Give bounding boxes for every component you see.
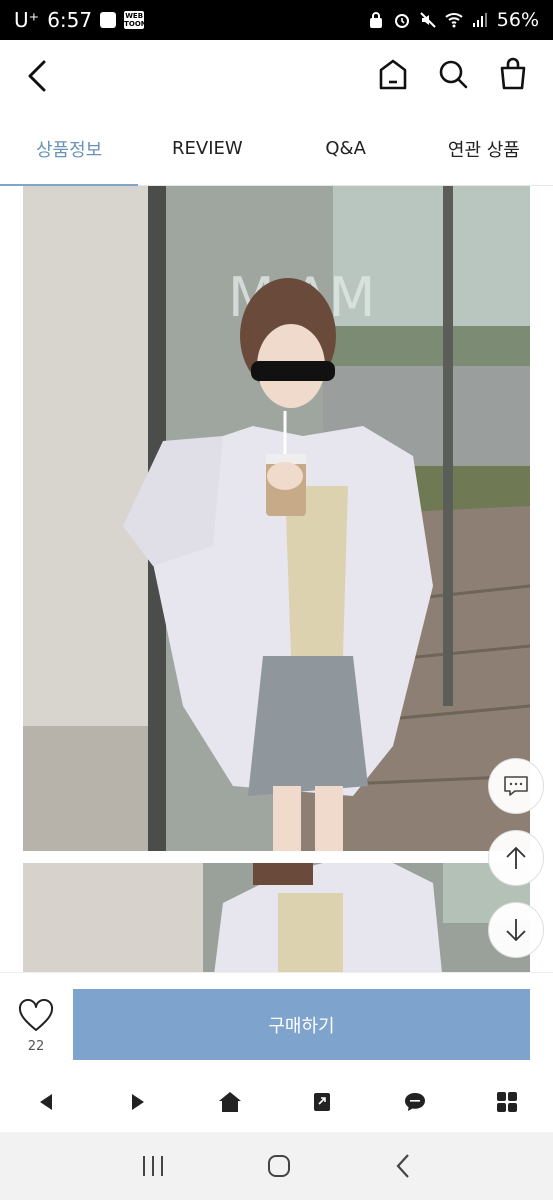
system-back-icon[interactable] xyxy=(393,1153,413,1179)
alarm-icon xyxy=(394,14,409,28)
back-icon[interactable] xyxy=(22,58,56,94)
product-tabs: 상품정보 REVIEW Q&A 연관 상품 xyxy=(0,112,553,186)
tab-label: REVIEW xyxy=(172,138,243,159)
nav-menu-button[interactable] xyxy=(461,1091,553,1113)
status-bar: U⁺ 6:57 WEB TOON 56% xyxy=(0,0,553,40)
tab-review[interactable]: REVIEW xyxy=(138,112,276,185)
scroll-top-button[interactable] xyxy=(488,830,544,886)
battery-label: 56% xyxy=(496,9,539,31)
product-photo xyxy=(23,863,530,972)
purchase-bar: 22 구매하기 xyxy=(0,972,553,1072)
buy-button[interactable]: 구매하기 xyxy=(73,989,530,1060)
like-count: 22 xyxy=(27,1039,45,1054)
tab-label: Q&A xyxy=(325,138,366,159)
product-photo: M AM xyxy=(23,186,530,851)
home-filled-icon xyxy=(219,1092,242,1112)
heart-icon xyxy=(18,998,54,1031)
link-copy-icon xyxy=(313,1093,330,1111)
signal-icon xyxy=(472,13,487,27)
nav-forward-button[interactable] xyxy=(92,1093,184,1111)
system-home-icon[interactable] xyxy=(266,1153,292,1179)
browser-navigation xyxy=(0,1072,553,1132)
tab-related-products[interactable]: 연관 상품 xyxy=(415,112,553,185)
chat-button[interactable] xyxy=(488,758,544,814)
search-icon[interactable] xyxy=(437,56,469,92)
lock-icon xyxy=(369,12,382,28)
webtoon-icon: WEB TOON xyxy=(124,11,147,29)
nav-talk-button[interactable] xyxy=(369,1092,461,1112)
mute-icon xyxy=(420,12,436,28)
scroll-bottom-button[interactable] xyxy=(488,902,544,958)
carrier-label: U⁺ xyxy=(14,8,40,32)
tab-label: 연관 상품 xyxy=(447,139,520,161)
chat-icon xyxy=(504,776,528,796)
app-header xyxy=(0,40,553,112)
tab-qna[interactable]: Q&A xyxy=(277,112,415,185)
shopping-bag-icon[interactable] xyxy=(497,56,529,92)
talk-bubble-icon xyxy=(404,1093,425,1111)
like-button[interactable]: 22 xyxy=(18,998,54,1054)
wifi-icon xyxy=(445,13,463,28)
clock: 6:57 xyxy=(47,8,93,32)
grid-menu-icon xyxy=(496,1092,517,1112)
nav-home-button[interactable] xyxy=(184,1091,276,1113)
triangle-right-icon xyxy=(132,1094,145,1110)
tab-product-info[interactable]: 상품정보 xyxy=(0,112,139,186)
gallery-icon xyxy=(100,12,117,28)
nav-bookmark-button[interactable] xyxy=(277,1091,369,1113)
home-icon[interactable] xyxy=(377,56,409,92)
tab-label: 상품정보 xyxy=(36,139,103,161)
recent-apps-icon[interactable] xyxy=(140,1154,166,1178)
product-detail-content[interactable]: M AM xyxy=(0,186,553,972)
nav-back-button[interactable] xyxy=(0,1093,92,1111)
system-navigation xyxy=(0,1132,553,1200)
arrow-down-icon xyxy=(506,919,526,942)
triangle-left-icon xyxy=(40,1094,53,1110)
arrow-up-icon xyxy=(506,846,526,869)
